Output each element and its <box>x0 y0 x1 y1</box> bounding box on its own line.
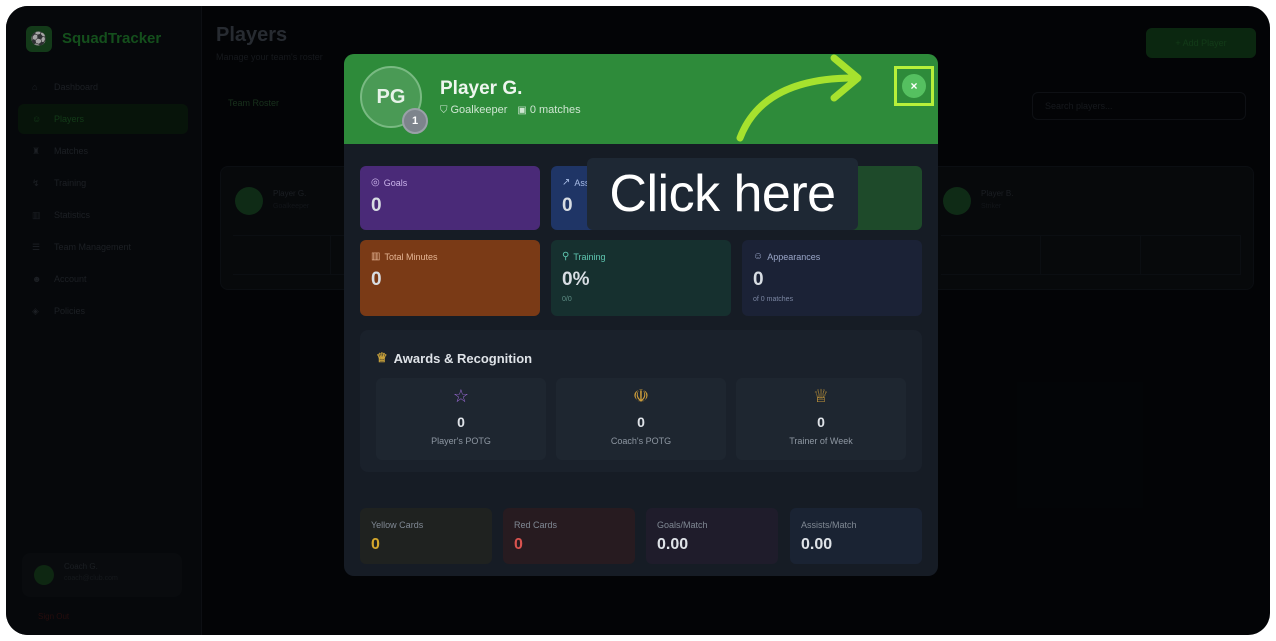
stat-foot: of 0 matches <box>753 296 794 303</box>
stat-foot: 0/0 <box>562 296 572 303</box>
stat-appearances: ☺ Appearances 0 of 0 matches <box>742 240 922 316</box>
stat-assists-per-match: Assists/Match 0.00 <box>790 508 922 564</box>
stat-training: ⚲ Training 0% 0/0 <box>551 240 731 316</box>
users-icon: ☺ <box>753 251 764 262</box>
trophy-icon: ♕ <box>812 386 830 406</box>
award-value: 0 <box>637 414 645 430</box>
stat-label: Total Minutes <box>384 251 438 262</box>
click-here-callout: Click here <box>587 158 858 230</box>
stat-yellow-cards: Yellow Cards 0 <box>360 508 492 564</box>
stat-label: Red Cards <box>514 520 558 530</box>
stat-value: 0.00 <box>801 536 833 553</box>
stat-value: 0 <box>371 536 380 553</box>
stat-value: 0 <box>371 195 382 216</box>
target-icon: ◎ <box>371 177 380 188</box>
star-icon: ☆ <box>452 386 470 406</box>
stat-label: Training <box>573 251 606 262</box>
close-button[interactable]: × <box>894 66 934 106</box>
medal-icon: ☫ <box>632 386 650 406</box>
awards-section: ♕ Awards & Recognition ☆ 0 Player's POTG … <box>360 330 922 472</box>
award-value: 0 <box>457 414 465 430</box>
award-players-potg: ☆ 0 Player's POTG <box>376 378 546 460</box>
stat-value: 0 <box>562 195 573 216</box>
jersey-number-badge: 1 <box>402 108 428 134</box>
shirt-icon: ⛉ <box>440 104 448 116</box>
stat-value: 0 <box>514 536 523 553</box>
awards-title: Awards & Recognition <box>393 350 533 366</box>
award-label: Coach's POTG <box>610 436 672 446</box>
award-value: 0 <box>817 414 825 430</box>
stat-value: 0.00 <box>657 536 689 553</box>
stat-label: Goals <box>383 177 408 188</box>
stat-label: Appearances <box>767 251 821 262</box>
pointer-arrow-icon <box>736 54 862 142</box>
player-matches: 0 matches <box>529 104 581 116</box>
trophy-icon: ♕ <box>376 350 388 365</box>
stat-total-minutes: ▥ Total Minutes 0 <box>360 240 540 316</box>
player-name: Player G. <box>440 78 523 99</box>
stat-value: 0 <box>371 269 382 290</box>
dumbbell-icon: ⚲ <box>562 251 570 262</box>
player-meta: ⛉ Goalkeeper ▣ 0 matches <box>440 104 581 116</box>
bar-chart-icon: ▥ <box>371 251 381 262</box>
calendar-icon: ▣ <box>517 104 527 116</box>
stat-goals-per-match: Goals/Match 0.00 <box>646 508 778 564</box>
award-label: Player's POTG <box>431 436 491 446</box>
stat-value: 0% <box>562 269 590 290</box>
stat-label: Assists/Match <box>801 520 857 530</box>
stat-label: Yellow Cards <box>371 520 424 530</box>
trend-icon: ↗ <box>562 177 571 188</box>
award-label: Trainer of Week <box>789 436 853 446</box>
close-icon: × <box>902 74 926 98</box>
player-position: Goalkeeper <box>450 104 508 116</box>
stat-label: Goals/Match <box>657 520 708 530</box>
stat-goals: ◎ Goals 0 <box>360 166 540 230</box>
award-trainer-of-week: ♕ 0 Trainer of Week <box>736 378 906 460</box>
award-coachs-potg: ☫ 0 Coach's POTG <box>556 378 726 460</box>
app-window: ⚽ SquadTracker ⌂ Dashboard ☺ Players ♜ Matc… <box>6 6 1270 635</box>
stat-value: 0 <box>753 269 764 290</box>
stat-red-cards: Red Cards 0 <box>503 508 635 564</box>
